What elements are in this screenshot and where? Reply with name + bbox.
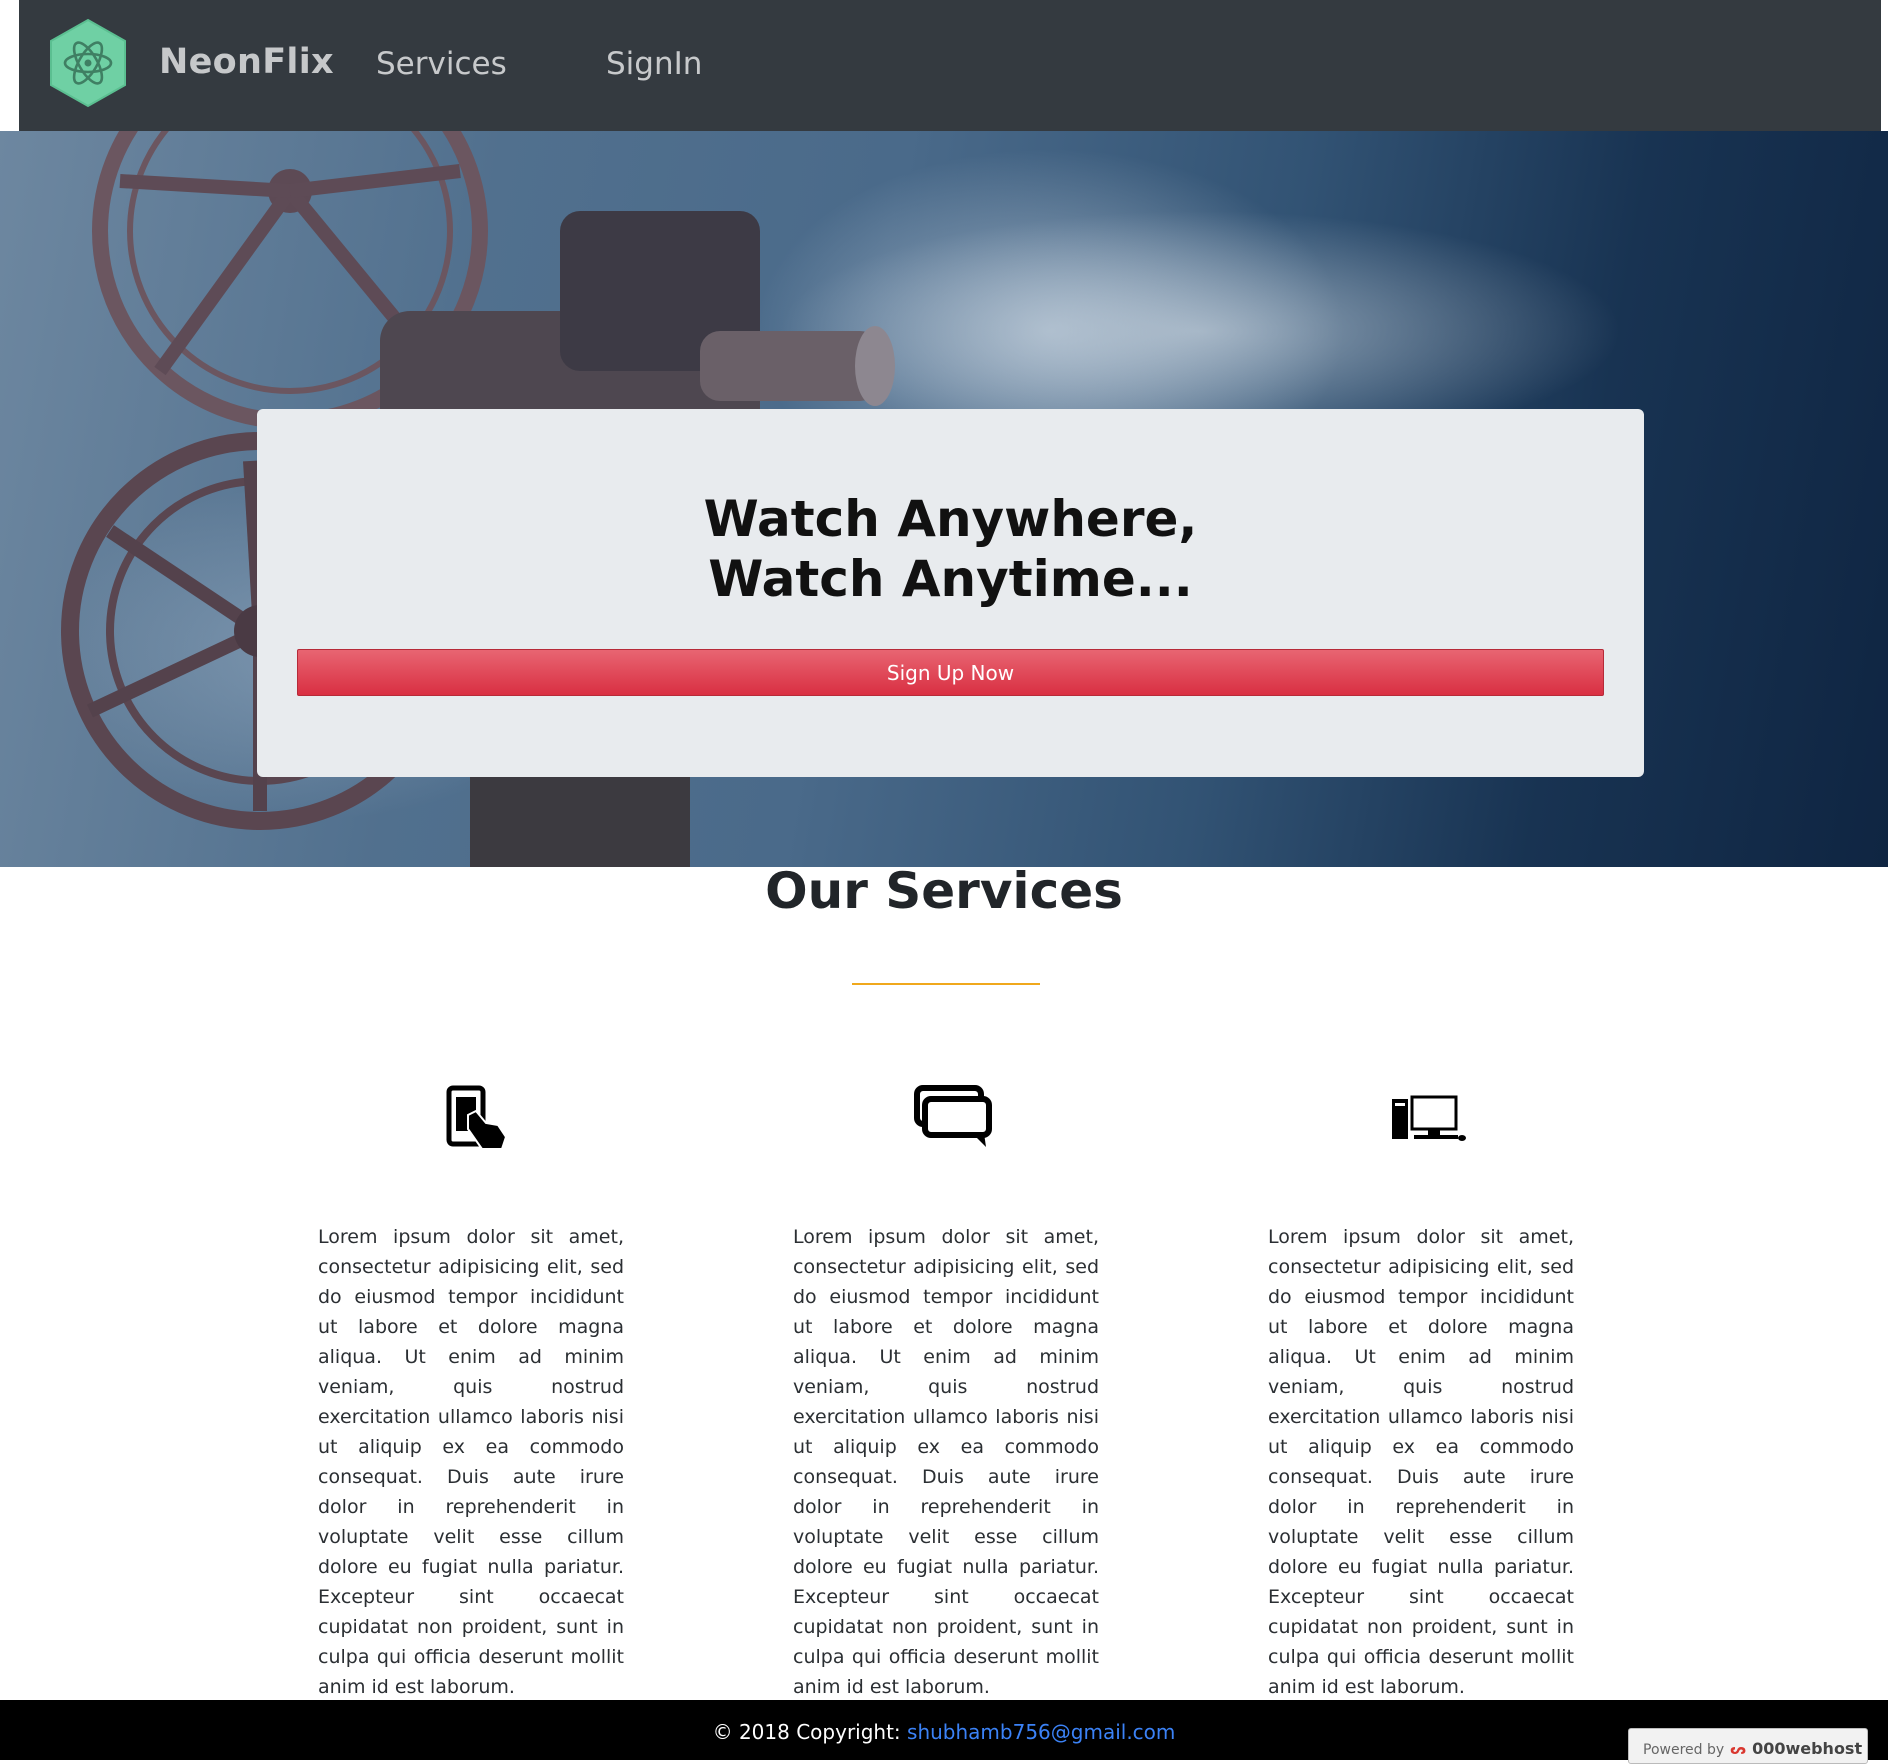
service-description-2: Lorem ipsum dolor sit amet, consectetur …	[793, 1226, 1099, 1698]
hero-card: Watch Anywhere, Watch Anytime... Sign Up…	[257, 409, 1644, 777]
service-description-1: Lorem ipsum dolor sit amet, consectetur …	[318, 1226, 624, 1698]
hero-title-line1: Watch Anywhere,	[703, 490, 1198, 548]
host-name: 000webhost	[1752, 1739, 1863, 1758]
footer: © 2018 Copyright: shubhamb756@gmail.com …	[0, 1700, 1888, 1764]
atom-logo-icon[interactable]	[49, 18, 127, 108]
sign-up-button[interactable]: Sign Up Now	[297, 649, 1604, 696]
hero-title: Watch Anywhere, Watch Anytime...	[257, 489, 1644, 609]
chat-bubbles-icon	[914, 1085, 992, 1147]
section-divider	[852, 983, 1040, 985]
brand-name[interactable]: NeonFlix	[159, 42, 334, 82]
webhost-logo-icon: ᔕ	[1730, 1742, 1747, 1758]
navbar: NeonFlix Services SignIn	[19, 0, 1881, 131]
footer-email-link[interactable]: shubhamb756@gmail.com	[907, 1720, 1175, 1744]
touch-phone-icon	[446, 1085, 508, 1150]
hero-section: Watch Anywhere, Watch Anytime... Sign Up…	[0, 131, 1888, 867]
nav-link-signin[interactable]: SignIn	[606, 46, 702, 82]
hero-title-line2: Watch Anytime...	[708, 550, 1193, 608]
nav-link-services[interactable]: Services	[376, 46, 507, 82]
footer-copyright: © 2018 Copyright: shubhamb756@gmail.com	[0, 1720, 1888, 1744]
powered-by-label: Powered by	[1643, 1742, 1725, 1758]
copyright-text: © 2018 Copyright:	[712, 1720, 908, 1744]
services-title: Our Services	[765, 862, 1123, 920]
powered-by-badge[interactable]: Powered by ᔕ 000webhost	[1628, 1728, 1868, 1764]
service-description-3: Lorem ipsum dolor sit amet, consectetur …	[1268, 1226, 1574, 1698]
desktop-computer-icon	[1392, 1095, 1466, 1141]
